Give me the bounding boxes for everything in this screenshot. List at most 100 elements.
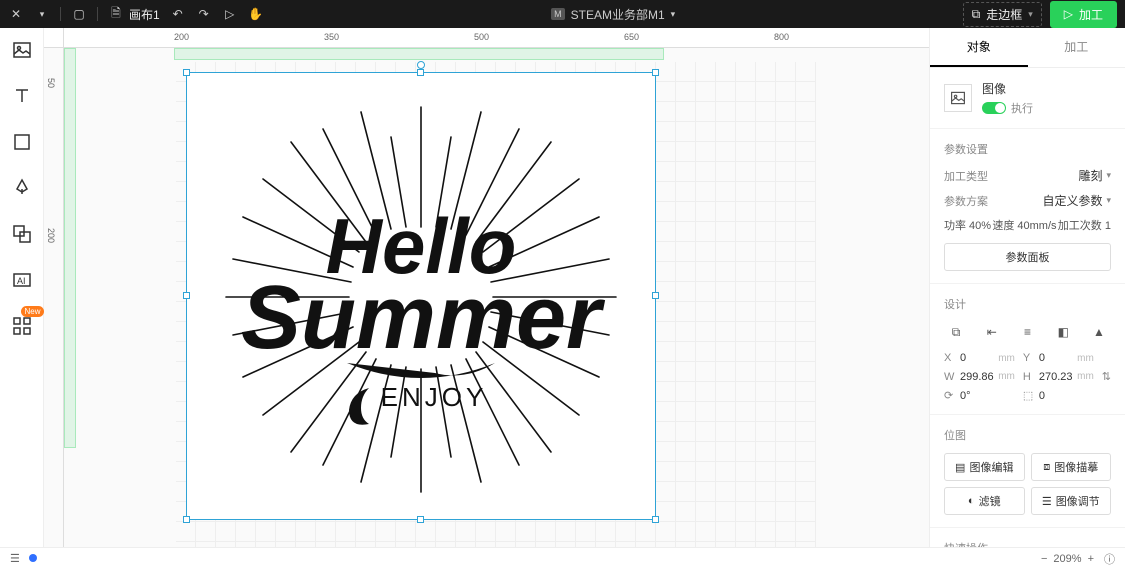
- filter-button[interactable]: ◐滤镜: [944, 487, 1025, 515]
- ruler-corner: [44, 28, 64, 48]
- resize-handle-tr[interactable]: [652, 69, 659, 76]
- hand-icon[interactable]: ✋: [248, 6, 264, 22]
- topbar-left: ✕ ▾ ▢ 🗎 画布1 ↶ ↷ ▷ ✋: [8, 6, 264, 23]
- main: AI New 200 350 500 650 800 50 200: [0, 28, 1125, 547]
- zoom-in-button[interactable]: +: [1088, 553, 1094, 565]
- flip-v-icon[interactable]: ▲: [1087, 322, 1111, 342]
- tab-process[interactable]: 加工: [1028, 28, 1125, 67]
- app-menu-chevron-icon[interactable]: ▾: [34, 6, 50, 22]
- device-selector[interactable]: M STEAM业务部M1 ▾: [264, 6, 963, 23]
- passes-stat: 加工次数 1: [1058, 217, 1111, 233]
- edit-icon: ▤: [955, 461, 965, 474]
- w-input[interactable]: 299.86: [960, 371, 994, 383]
- speed-stat: 速度 40mm/s: [992, 217, 1056, 233]
- resize-handle-l[interactable]: [183, 292, 190, 299]
- execute-label: 执行: [1011, 100, 1033, 116]
- scheme-label: 参数方案: [944, 193, 988, 209]
- bitmap-section: 位图 ▤图像编辑 ⧈图像描摹 ◐滤镜 ☰图像调节: [930, 415, 1125, 528]
- shape-tool-icon[interactable]: [10, 130, 34, 154]
- play-icon[interactable]: ▷: [222, 6, 238, 22]
- image-trace-button[interactable]: ⧈图像描摹: [1031, 453, 1112, 481]
- resize-handle-tl[interactable]: [183, 69, 190, 76]
- redo-icon[interactable]: ↷: [196, 6, 212, 22]
- adjust-icon: ☰: [1042, 495, 1052, 508]
- scheme-dropdown[interactable]: 自定义参数▾: [1042, 192, 1111, 209]
- selection-box[interactable]: [186, 72, 656, 520]
- device-label: STEAM业务部M1: [571, 6, 665, 23]
- statusbar-left: ☰: [10, 552, 37, 565]
- filter-icon: ◐: [968, 495, 975, 507]
- document-icon: 🗎: [108, 6, 124, 22]
- section-title: 位图: [944, 427, 1111, 443]
- document-title: 画布1: [129, 6, 160, 23]
- status-dot-icon: [29, 554, 37, 562]
- resize-handle-r[interactable]: [652, 292, 659, 299]
- statusbar-right: − 209% + ⓘ: [1041, 551, 1115, 567]
- x-input[interactable]: 0: [960, 352, 994, 364]
- design-section: 设计 ⧉ ⇤ ≡ ◧ ▲ X0mm Y0mm W299.86mm H270.23…: [930, 284, 1125, 415]
- rotate-handle[interactable]: [417, 61, 425, 69]
- skew-input[interactable]: 0: [1039, 390, 1094, 402]
- power-stat: 功率 40%: [944, 217, 991, 233]
- left-toolbar: AI New: [0, 28, 44, 547]
- play-icon: ▷: [1064, 7, 1073, 21]
- layers-icon[interactable]: ☰: [10, 553, 20, 565]
- document-tab[interactable]: 🗎 画布1: [108, 6, 160, 23]
- proc-type-label: 加工类型: [944, 168, 988, 184]
- walkframe-button[interactable]: ⧉ 走边框 ▾: [963, 2, 1042, 27]
- help-icon[interactable]: ⓘ: [1104, 551, 1115, 567]
- arrange-icon[interactable]: ⧉: [944, 322, 968, 342]
- trace-icon: ⧈: [1043, 461, 1050, 474]
- param-panel-button[interactable]: 参数面板: [944, 243, 1111, 271]
- statusbar: ☰ − 209% + ⓘ: [0, 547, 1125, 569]
- vertical-guide: [64, 48, 76, 448]
- topbar: ✕ ▾ ▢ 🗎 画布1 ↶ ↷ ▷ ✋ M STEAM业务部M1 ▾ ⧉ 走边框…: [0, 0, 1125, 28]
- frame-icon: ⧉: [972, 7, 981, 22]
- image-adjust-button[interactable]: ☰图像调节: [1031, 487, 1112, 515]
- app-logo-icon[interactable]: ✕: [8, 6, 24, 22]
- ai-tool-icon[interactable]: AI: [10, 268, 34, 292]
- proc-type-dropdown[interactable]: 雕刻▾: [1078, 167, 1111, 184]
- new-badge: New: [21, 306, 43, 317]
- quick-section: 快速操作: [930, 528, 1125, 547]
- object-section: 图像 执行: [930, 68, 1125, 129]
- rotation-input[interactable]: 0°: [960, 390, 1015, 402]
- right-panel: 对象 加工 图像 执行 参数设置 加工类型 雕刻▾: [929, 28, 1125, 547]
- text-tool-icon[interactable]: [10, 84, 34, 108]
- align-center-icon[interactable]: ≡: [1016, 322, 1040, 342]
- undo-icon[interactable]: ↶: [170, 6, 186, 22]
- chevron-down-icon: ▾: [1106, 170, 1111, 181]
- image-tool-icon[interactable]: [10, 38, 34, 62]
- device-badge-icon: M: [551, 8, 565, 20]
- chevron-down-icon: ▾: [671, 9, 676, 20]
- tab-object[interactable]: 对象: [930, 28, 1028, 67]
- zoom-value[interactable]: 209%: [1053, 553, 1081, 565]
- process-button[interactable]: ▷ 加工: [1050, 1, 1117, 28]
- save-icon[interactable]: ▢: [71, 6, 87, 22]
- section-title: 参数设置: [944, 141, 1111, 157]
- h-input[interactable]: 270.23: [1039, 371, 1073, 383]
- path-tool-icon[interactable]: [10, 222, 34, 246]
- execute-toggle[interactable]: [982, 102, 1006, 114]
- align-left-icon[interactable]: ⇤: [980, 322, 1004, 342]
- pen-tool-icon[interactable]: [10, 176, 34, 200]
- canvas-area[interactable]: 200 350 500 650 800 50 200: [44, 28, 929, 547]
- zoom-out-button[interactable]: −: [1041, 553, 1047, 565]
- section-title: 快速操作: [944, 540, 1111, 547]
- params-section: 参数设置 加工类型 雕刻▾ 参数方案 自定义参数▾ 功率 40% 速度 40mm…: [930, 129, 1125, 284]
- object-type-label: 图像: [982, 80, 1033, 97]
- y-input[interactable]: 0: [1039, 352, 1073, 364]
- resize-handle-br[interactable]: [652, 516, 659, 523]
- flip-h-icon[interactable]: ◧: [1051, 322, 1075, 342]
- image-edit-button[interactable]: ▤图像编辑: [944, 453, 1025, 481]
- svg-text:AI: AI: [17, 276, 26, 286]
- apps-tool-icon[interactable]: New: [10, 314, 34, 338]
- object-type-icon: [944, 84, 972, 112]
- resize-handle-b[interactable]: [417, 516, 424, 523]
- resize-handle-t[interactable]: [417, 69, 424, 76]
- topbar-right: ⧉ 走边框 ▾ ▷ 加工: [963, 1, 1117, 28]
- link-wh-icon[interactable]: ⇅: [1102, 370, 1111, 383]
- vertical-ruler: 50 200: [44, 48, 64, 547]
- chevron-down-icon: ▾: [1028, 9, 1033, 20]
- resize-handle-bl[interactable]: [183, 516, 190, 523]
